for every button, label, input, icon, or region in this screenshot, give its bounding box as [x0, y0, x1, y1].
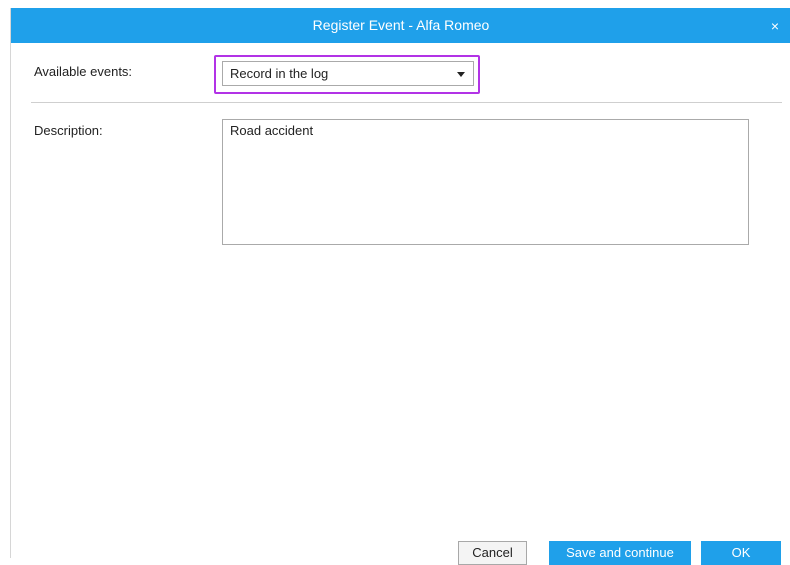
cancel-button[interactable]: Cancel — [458, 541, 527, 565]
close-icon[interactable]: × — [767, 8, 783, 43]
description-label: Description: — [34, 123, 103, 138]
save-and-continue-button[interactable]: Save and continue — [549, 541, 691, 565]
chevron-down-icon — [457, 72, 465, 77]
divider — [31, 102, 782, 103]
available-events-select[interactable]: Record in the log — [222, 61, 474, 86]
available-events-label: Available events: — [34, 64, 133, 79]
available-events-value: Record in the log — [230, 66, 329, 81]
register-event-dialog: Register Event - Alfa Romeo × Available … — [10, 8, 790, 565]
description-textarea[interactable]: Road accident — [222, 119, 749, 245]
ok-button[interactable]: OK — [701, 541, 781, 565]
dialog-title: Register Event - Alfa Romeo — [312, 17, 490, 33]
dialog-titlebar: Register Event - Alfa Romeo × — [11, 8, 790, 43]
